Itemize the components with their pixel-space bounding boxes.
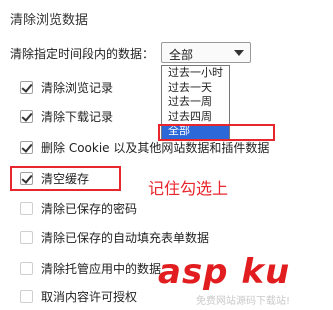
watermark-main-text: asp ku [158, 252, 291, 292]
checkbox[interactable] [20, 289, 33, 303]
option-past-week[interactable]: 过去一周 [162, 95, 229, 110]
annotation-text: 记住勾选上 [148, 179, 229, 198]
checkbox-row-hosted-apps[interactable]: 清除托管应用中的数据 [20, 260, 161, 276]
time-range-selected-value: 全部 [169, 48, 194, 62]
checkbox[interactable] [20, 80, 33, 94]
checkbox[interactable] [20, 230, 33, 244]
option-past-hour[interactable]: 过去一小时 [162, 66, 229, 81]
dialog-title: 清除浏览数据 [10, 13, 89, 28]
time-range-label: 清除指定时间段内的数据： [10, 47, 155, 61]
checkbox-label: 取消内容许可授权 [41, 289, 138, 304]
time-range-select[interactable]: 全部 [161, 42, 251, 63]
checkbox-row-autofill[interactable]: 清除已保存的自动填充表单数据 [20, 229, 209, 245]
checkbox-row-passwords[interactable]: 清除已保存的密码 [20, 200, 137, 216]
checkbox-label: 清除已保存的自动填充表单数据 [41, 230, 210, 245]
checkbox-label: 清除已保存的密码 [41, 201, 138, 216]
checkbox-label: 清除浏览记录 [41, 80, 114, 95]
checkbox-label: 清除托管应用中的数据 [41, 261, 162, 276]
checkbox[interactable] [20, 261, 33, 275]
chevron-down-icon [234, 50, 244, 56]
option-past-day[interactable]: 过去一天 [162, 81, 229, 96]
watermark-logo: asp ku 免费网站源码下载站! [158, 252, 330, 308]
option-past-four-weeks[interactable]: 过去四周 [162, 110, 229, 125]
checkbox-row-downloads[interactable]: 清除下载记录 [20, 108, 113, 124]
checkbox[interactable] [20, 201, 33, 215]
checkbox-label: 删除 Cookie 以及其他网站数据和插件数据 [41, 140, 270, 155]
highlight-box-cache [10, 166, 121, 191]
watermark-sub-text: 免费网站源码下载站! [196, 296, 291, 307]
checkbox[interactable] [20, 109, 33, 123]
checkbox-row-history[interactable]: 清除浏览记录 [20, 79, 113, 95]
checkbox-row-cookies[interactable]: 删除 Cookie 以及其他网站数据和插件数据 [20, 139, 269, 155]
checkbox-row-content-licenses[interactable]: 取消内容许可授权 [20, 288, 137, 304]
checkbox-label: 清除下载记录 [41, 109, 114, 124]
checkbox[interactable] [20, 140, 33, 154]
